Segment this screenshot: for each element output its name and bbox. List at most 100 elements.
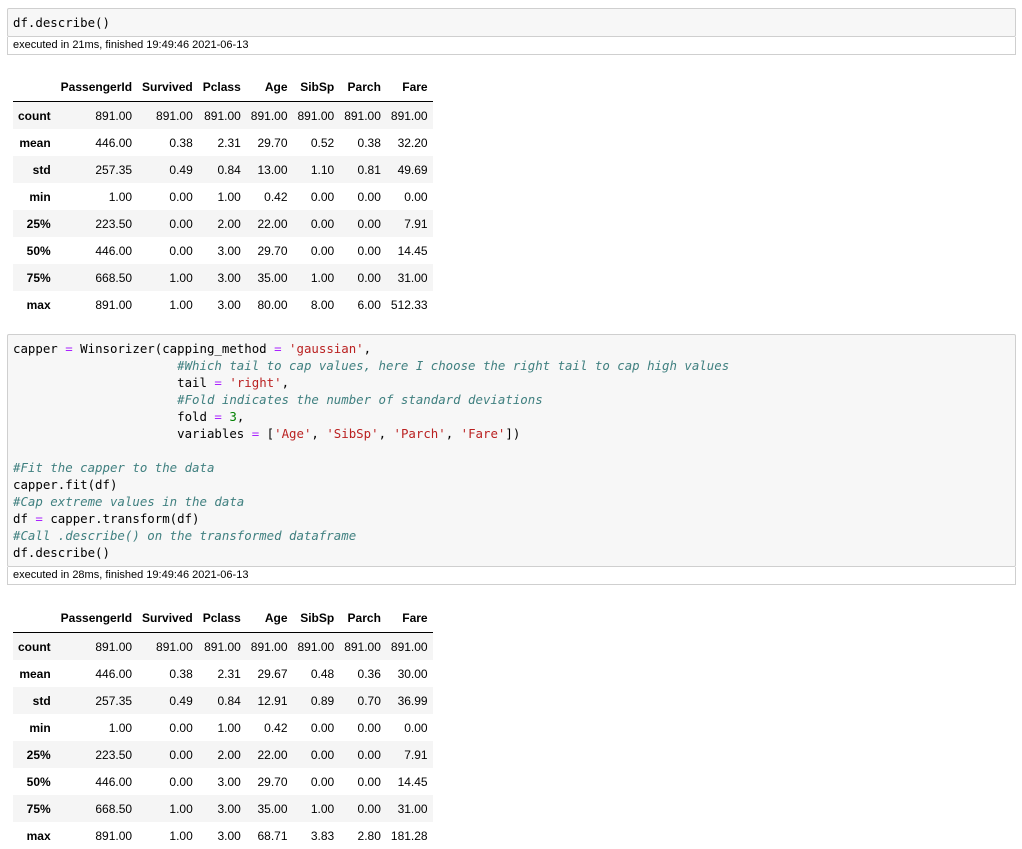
code-token: , [311, 426, 327, 441]
table-row: max 891.00 1.00 3.00 68.71 3.83 2.80 181.28 [13, 822, 433, 849]
code-cell-1[interactable]: df.describe() executed in 21ms, finished… [7, 8, 1016, 55]
column-header: Pclass [197, 72, 246, 102]
table-cell: 0.00 [310, 747, 335, 762]
table-cell: 668.50 [95, 270, 133, 285]
table-cell: 0.00 [357, 189, 381, 204]
code-token: 'right' [229, 375, 282, 390]
table-cell: 891.00 [156, 639, 193, 654]
code-line: capper = Winsorizer(capping_method = 'ga… [13, 340, 1010, 357]
row-index-label: min [29, 189, 51, 204]
code-editor[interactable]: df.describe() [7, 8, 1016, 37]
row-index-label: max [26, 828, 51, 843]
code-editor[interactable]: capper = Winsorizer(capping_method = 'ga… [7, 334, 1016, 567]
row-index-label: std [32, 693, 51, 708]
code-line: fold = 3, [13, 408, 1010, 425]
table-cell: 0.00 [357, 216, 381, 231]
table-cell: 12.91 [257, 693, 288, 708]
code-line: #Fold indicates the number of standard d… [13, 391, 1010, 408]
table-cell: 446.00 [95, 243, 133, 258]
table-cell: 0.00 [357, 270, 381, 285]
table-cell: 14.45 [397, 243, 428, 258]
column-header: Fare [385, 72, 433, 102]
table-cell: 1.00 [169, 801, 193, 816]
table-cell: 0.48 [310, 666, 335, 681]
table-cell: 2.31 [217, 135, 241, 150]
code-token: 'Age' [274, 426, 312, 441]
table-cell: 8.00 [310, 297, 335, 312]
row-index-label: 75% [26, 270, 51, 285]
execution-info: executed in 28ms, finished 19:49:46 2021… [7, 567, 1016, 585]
code-line: df.describe() [13, 544, 1010, 561]
execution-info: executed in 21ms, finished 19:49:46 2021… [7, 37, 1016, 55]
code-token: = [214, 375, 222, 390]
code-token: = [65, 341, 73, 356]
table-cell: 3.00 [217, 828, 241, 843]
column-header: Age [245, 603, 293, 633]
table-cell: 0.42 [264, 189, 288, 204]
table-cell: 1.00 [169, 828, 193, 843]
row-index-label: 75% [26, 801, 51, 816]
table-cell: 3.00 [217, 243, 241, 258]
table-cell: 1.00 [217, 720, 241, 735]
table-cell: 2.00 [217, 216, 241, 231]
table-row: 25% 223.50 0.00 2.00 22.00 0.00 0.00 7.91 [13, 210, 433, 237]
column-header: SibSp [292, 603, 340, 633]
table-cell: 0.52 [310, 135, 335, 150]
code-token: 'Parch' [393, 426, 446, 441]
column-header: Fare [385, 603, 433, 633]
index-header [13, 72, 56, 102]
row-index-label: min [29, 720, 51, 735]
output-dataframe-1: PassengerId Survived Pclass Age SibSp Parch Fa… [13, 72, 433, 318]
code-token: #Fit the capper to the data [13, 460, 215, 475]
code-cell-2[interactable]: capper = Winsorizer(capping_method = 'ga… [7, 334, 1016, 585]
table-cell: 14.45 [397, 774, 428, 789]
code-line: #Cap extreme values in the data [13, 493, 1010, 510]
table-cell: 0.00 [357, 243, 381, 258]
table-cell: 0.00 [357, 720, 381, 735]
table-cell: 891.00 [204, 639, 241, 654]
code-token: capper.fit(df) [13, 477, 118, 492]
code-line: capper.fit(df) [13, 476, 1010, 493]
table-cell: 891.00 [95, 108, 133, 123]
code-line: df.describe() [13, 14, 1010, 31]
code-token: fold [13, 409, 215, 424]
table-cell: 891.00 [297, 639, 335, 654]
row-index-label: mean [19, 666, 51, 681]
code-token: , [378, 426, 394, 441]
row-index-label: count [18, 108, 51, 123]
code-token: = [274, 341, 282, 356]
table-cell: 891.00 [344, 108, 381, 123]
table-cell: 1.00 [169, 270, 193, 285]
index-header [13, 603, 56, 633]
code-token: 'SibSp' [326, 426, 379, 441]
column-header: Survived [137, 72, 198, 102]
table-cell: 0.00 [169, 774, 193, 789]
code-token: [ [259, 426, 275, 441]
row-index-label: count [18, 639, 51, 654]
table-row: std 257.35 0.49 0.84 13.00 1.10 0.81 49.69 [13, 156, 433, 183]
table-cell: 68.71 [257, 828, 288, 843]
column-header: SibSp [292, 72, 340, 102]
table-cell: 0.00 [169, 216, 193, 231]
column-header: Parch [339, 603, 386, 633]
table-row: mean 446.00 0.38 2.31 29.70 0.52 0.38 32.20 [13, 129, 433, 156]
table-cell: 0.00 [357, 774, 381, 789]
table-cell: 891.00 [204, 108, 241, 123]
code-token: capper [13, 341, 66, 356]
row-index-label: 50% [26, 243, 51, 258]
table-cell: 223.50 [95, 216, 133, 231]
column-header: Survived [137, 603, 198, 633]
table-cell: 0.00 [357, 747, 381, 762]
table-cell: 32.20 [397, 135, 428, 150]
table-row: count 891.00 891.00 891.00 891.00 891.00 891.0… [13, 632, 433, 660]
table-cell: 446.00 [95, 666, 133, 681]
code-token: #Which tail to cap values, here I choose… [177, 358, 730, 373]
table-cell: 31.00 [397, 270, 428, 285]
table-cell: 0.38 [169, 666, 193, 681]
table-cell: 0.81 [357, 162, 381, 177]
table-cell: 22.00 [257, 747, 288, 762]
